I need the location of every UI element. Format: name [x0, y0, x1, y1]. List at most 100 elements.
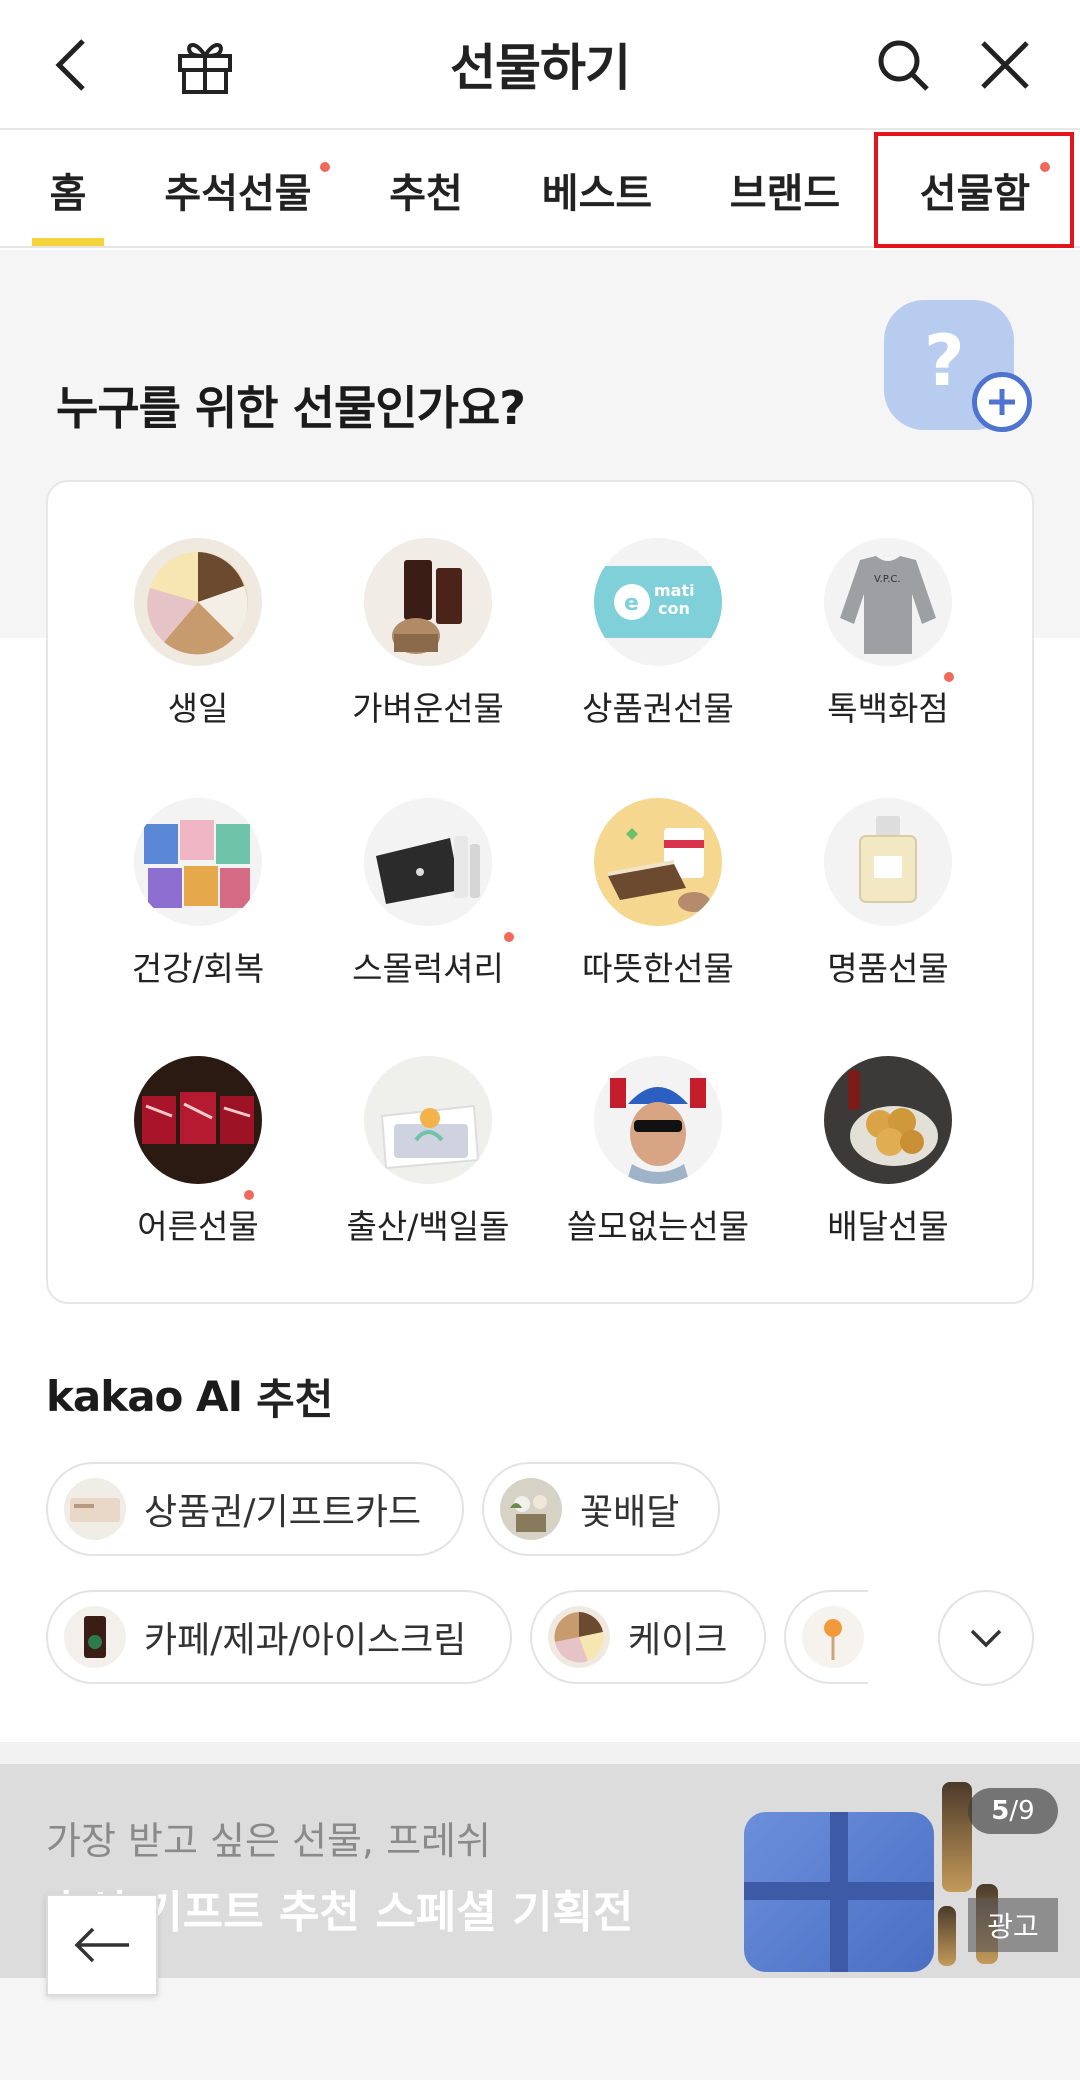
tab-best[interactable]: 베스트 [524, 132, 670, 248]
add-recipient-button[interactable]: ? [884, 300, 1032, 432]
category-light-gift[interactable]: 가벼운선물 [328, 538, 528, 738]
flower-thumb [500, 1478, 562, 1540]
new-dot [244, 1190, 254, 1200]
floating-back-button[interactable] [46, 1894, 158, 1996]
search-button[interactable] [868, 30, 938, 100]
pouch-image [364, 798, 492, 926]
chip-cafe-bakery[interactable]: 카페/제과/아이스크림 [46, 1590, 512, 1684]
category-label: 따뜻한선물 [582, 949, 734, 988]
supplement-image [134, 798, 262, 926]
section-divider [0, 1742, 1080, 1764]
chip-label: 케이크 [628, 1620, 728, 1661]
category-label: 스몰럭셔리 [352, 949, 504, 988]
lollipop-thumb [802, 1606, 864, 1668]
search-icon [878, 40, 929, 91]
new-dot [1040, 162, 1050, 172]
category-birthday[interactable]: 생일 [98, 538, 298, 738]
category-card: 생일 가벼운선물 e mati con 상품권선물 V.P.C. 톡백화점 건강/회… [46, 480, 1034, 1304]
recipient-prompt: 누구를 위한 선물인가요? [56, 381, 526, 435]
chip-label: 카페/제과/아이스크림 [144, 1620, 467, 1661]
plus-icon [972, 372, 1032, 432]
chip-label: 꽃배달 [580, 1492, 680, 1533]
category-label: 생일 [167, 689, 229, 728]
category-delivery[interactable]: 배달선물 [788, 1056, 988, 1256]
category-voucher[interactable]: e mati con 상품권선물 [558, 538, 758, 738]
chip-label: 상품권/기프트카드 [144, 1492, 422, 1533]
category-warm-gift[interactable]: 따뜻한선물 [558, 798, 758, 998]
pager-current: 5 [991, 1796, 1010, 1826]
category-talk-dept-store[interactable]: V.P.C. 톡백화점 [788, 538, 988, 738]
category-label: 출산/백일돌 [346, 1207, 510, 1246]
tab-label: 추천 [389, 171, 463, 217]
new-dot [504, 932, 514, 942]
category-label: 쓸모없는선물 [566, 1207, 750, 1246]
tab-label: 선물함 [919, 171, 1031, 217]
category-luxury[interactable]: 명품선물 [788, 798, 988, 998]
expand-chips-button[interactable] [938, 1590, 1034, 1686]
category-elder-gift[interactable]: 어른선물 [98, 1056, 298, 1256]
banner-pager: 5 / 9 [968, 1788, 1058, 1834]
giftcard-thumb [64, 1478, 126, 1540]
category-label: 명품선물 [827, 949, 949, 988]
category-label: 상품권선물 [582, 689, 734, 728]
tab-brand[interactable]: 브랜드 [712, 132, 858, 248]
ai-recommend-heading: kakao AI 추천 [46, 1368, 333, 1424]
tab-label: 브랜드 [729, 171, 841, 217]
bottle-image [938, 1906, 956, 1966]
cake-thumb [548, 1606, 610, 1668]
wrapped-gift-image [744, 1812, 934, 1972]
tab-chuseok[interactable]: 추석선물 [150, 132, 330, 248]
question-icon: ? [924, 320, 965, 402]
coffee-image [364, 538, 492, 666]
svg-text:con: con [658, 599, 690, 618]
fried-chicken-image [824, 1056, 952, 1184]
app-header: 선물하기 [0, 0, 1080, 130]
category-baby[interactable]: 출산/백일돌 [328, 1056, 528, 1256]
tab-recommend[interactable]: 추천 [370, 132, 482, 248]
chip-cake[interactable]: 케이크 [530, 1590, 766, 1684]
new-dot [944, 672, 954, 682]
chip-partial[interactable] [784, 1590, 868, 1684]
chip-flower-delivery[interactable]: 꽃배달 [482, 1462, 720, 1556]
tab-label: 홈 [49, 171, 87, 217]
category-small-luxury[interactable]: 스몰럭셔리 [328, 798, 528, 998]
pager-separator: / [1009, 1796, 1019, 1826]
svg-text:mati: mati [654, 581, 695, 600]
new-dot [320, 162, 330, 172]
coffee-thumb [64, 1606, 126, 1668]
recommend-label: 추천 [256, 1374, 334, 1424]
banner-subtitle: 가장 받고 싶은 선물, 프레쉬 [46, 1819, 491, 1863]
beer-hat-image [594, 1056, 722, 1184]
category-label: 가벼운선물 [352, 689, 504, 728]
tab-bar: 홈 추석선물 추천 베스트 브랜드 선물함 [0, 132, 1080, 248]
category-useless-gift[interactable]: 쓸모없는선물 [558, 1056, 758, 1256]
tab-giftbox[interactable]: 선물함 [900, 132, 1050, 248]
dessert-image [594, 798, 722, 926]
tab-label: 추석선물 [164, 171, 312, 217]
chip-voucher-giftcard[interactable]: 상품권/기프트카드 [46, 1462, 464, 1556]
emoticon-card-image: e mati con [594, 538, 722, 666]
close-button[interactable] [970, 30, 1040, 100]
arrow-left-icon [74, 1927, 129, 1963]
perfume-image [824, 798, 952, 926]
tab-home[interactable]: 홈 [18, 132, 118, 248]
page-bottom [0, 1978, 1080, 2080]
kakao-ai-brand: kakao AI [46, 1371, 243, 1421]
pager-total: 9 [1018, 1796, 1035, 1826]
baby-set-image [364, 1056, 492, 1184]
meat-image [134, 1056, 262, 1184]
cake-image [134, 538, 262, 666]
bottle-image [942, 1782, 972, 1892]
active-tab-indicator [32, 238, 104, 246]
tab-label: 베스트 [541, 171, 653, 217]
close-icon [981, 41, 1029, 89]
ad-badge: 광고 [968, 1898, 1058, 1952]
category-label: 건강/회복 [131, 949, 265, 988]
category-label: 배달선물 [827, 1207, 949, 1246]
svg-text:V.P.C.: V.P.C. [874, 574, 901, 585]
sweatshirt-image: V.P.C. [824, 538, 952, 666]
category-label: 어른선물 [137, 1207, 259, 1246]
svg-text:e: e [624, 591, 639, 616]
category-health[interactable]: 건강/회복 [98, 798, 298, 998]
promo-banner[interactable]: 가장 받고 싶은 선물, 프레쉬 추석 기프트 추천 스페셜 기획전 5 / 9… [0, 1764, 1080, 1978]
